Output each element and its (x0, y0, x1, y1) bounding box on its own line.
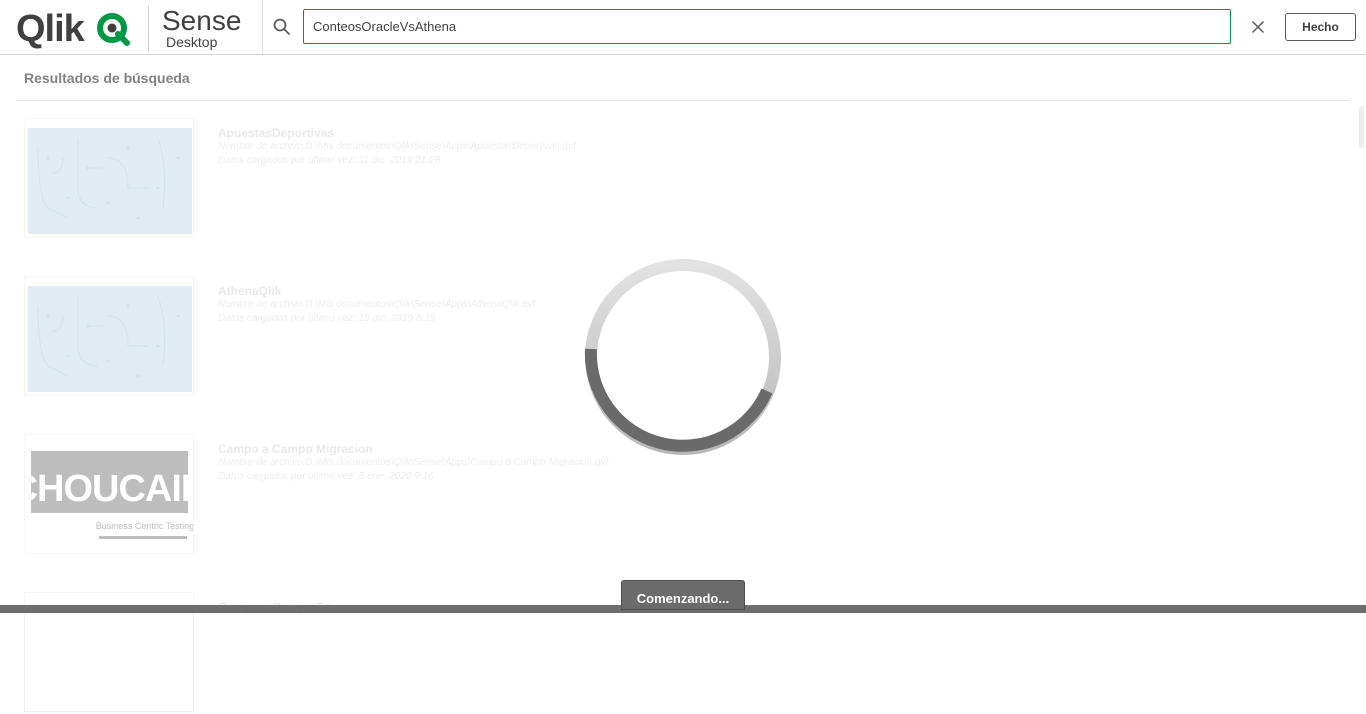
search-icon (273, 18, 290, 35)
sense-wordmark: Sense (162, 5, 242, 36)
desktop-wordmark: Desktop (166, 34, 218, 50)
header-separator (262, 0, 263, 54)
logo-divider (148, 6, 149, 52)
done-button[interactable]: Hecho (1285, 13, 1356, 41)
qlik-q-icon (97, 13, 130, 46)
search-input[interactable] (303, 9, 1231, 44)
loading-spinner-icon (584, 259, 781, 455)
status-toast: Comenzando... (621, 580, 745, 610)
close-icon[interactable] (1249, 18, 1267, 36)
app-header: Qlik Sense Desktop Hecho (0, 0, 1366, 55)
qlik-wordmark: Qlik (16, 8, 85, 50)
